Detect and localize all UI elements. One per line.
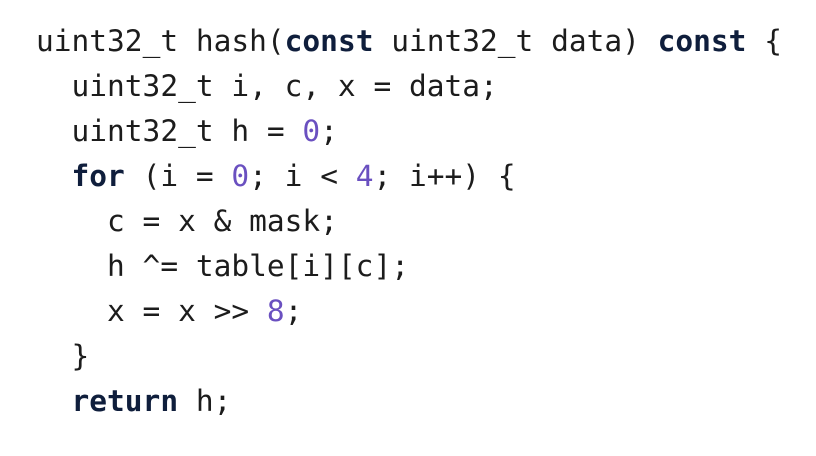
code-line: uint32_t hash(const uint32_t data) const…	[36, 19, 782, 64]
code-text: ;	[284, 294, 303, 328]
code-text: uint32_t hash(	[36, 24, 285, 58]
code-number: 0	[302, 114, 321, 148]
code-block: uint32_t hash(const uint32_t data) const…	[36, 19, 782, 424]
code-line: for (i = 0; i < 4; i++) {	[36, 154, 782, 199]
code-number: 8	[266, 294, 285, 328]
code-text: h;	[178, 384, 232, 418]
code-text: ; i <	[249, 159, 356, 193]
code-line: return h;	[36, 379, 782, 424]
code-line: h ^= table[i][c];	[36, 244, 782, 289]
code-text: uint32_t h =	[71, 114, 303, 148]
code-keyword: const	[284, 24, 374, 58]
code-text: {	[746, 24, 782, 58]
code-number: 4	[355, 159, 374, 193]
code-keyword: const	[657, 24, 747, 58]
code-text: ; i++) {	[373, 159, 516, 193]
code-text: uint32_t data)	[373, 24, 658, 58]
code-text: h ^= table[i][c];	[107, 249, 409, 283]
code-text: ;	[320, 114, 338, 148]
code-keyword: return	[71, 384, 179, 418]
code-text: }	[71, 339, 90, 373]
code-line: uint32_t i, c, x = data;	[36, 64, 782, 109]
code-text: (i =	[124, 159, 232, 193]
code-text: c = x & mask;	[107, 204, 338, 238]
code-line: uint32_t h = 0;	[36, 109, 782, 154]
code-keyword: for	[71, 159, 125, 193]
code-text: uint32_t i, c, x = data;	[71, 69, 498, 103]
code-line: x = x >> 8;	[36, 289, 782, 334]
code-line: c = x & mask;	[36, 199, 782, 244]
code-text: x = x >>	[107, 294, 267, 328]
code-number: 0	[231, 159, 250, 193]
code-line: }	[36, 334, 782, 379]
